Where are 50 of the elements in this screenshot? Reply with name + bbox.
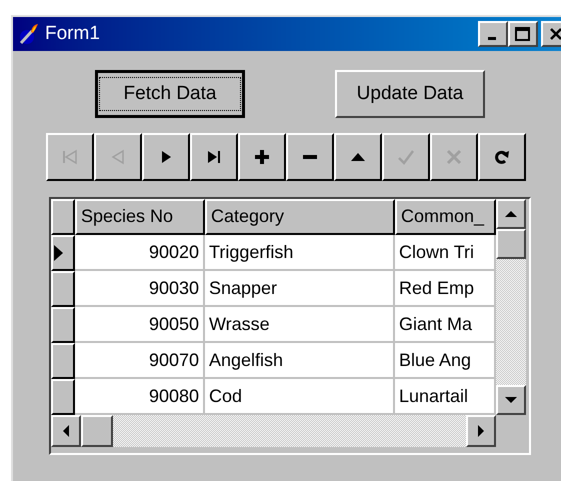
- row-indicator[interactable]: [51, 271, 75, 307]
- close-icon: [549, 27, 561, 41]
- first-record-icon: [60, 147, 80, 167]
- window-title: Form1: [45, 22, 100, 46]
- maximize-icon: [515, 27, 531, 41]
- table-cell: 90030: [75, 271, 205, 307]
- table-cell: Snapper: [205, 271, 395, 307]
- navigator-button[interactable]: [286, 133, 334, 181]
- table-cell: Clown Tri: [395, 235, 496, 271]
- scroll-thumb[interactable]: [81, 415, 113, 447]
- table-cell: Red Emp: [395, 271, 496, 307]
- table-cell: Wrasse: [205, 307, 395, 343]
- table-cell: Cod: [205, 379, 395, 415]
- table-cell: Angelfish: [205, 343, 395, 379]
- table-cell: 90080: [75, 379, 205, 415]
- column-header[interactable]: Category: [205, 199, 395, 235]
- row-indicator[interactable]: [51, 379, 75, 415]
- horizontal-scrollbar[interactable]: [51, 415, 496, 447]
- minimize-button[interactable]: [478, 21, 508, 47]
- row-indicator[interactable]: [51, 235, 75, 271]
- row-indicator[interactable]: [51, 307, 75, 343]
- navigator-button[interactable]: [142, 133, 190, 181]
- column-header[interactable]: Species No: [75, 199, 205, 235]
- navigator-button[interactable]: [334, 133, 382, 181]
- table-cell: 90020: [75, 235, 205, 271]
- scroll-down-icon: [505, 396, 517, 404]
- scroll-up-icon: [505, 210, 517, 218]
- row-indicator[interactable]: [51, 343, 75, 379]
- minus-icon: [303, 155, 317, 159]
- scroll-right-icon: [477, 425, 485, 437]
- table-cell: Lunartail: [395, 379, 496, 415]
- table-cell: 90050: [75, 307, 205, 343]
- command-button[interactable]: Fetch Data: [95, 70, 245, 118]
- table-cell: Blue Ang: [395, 343, 496, 379]
- scroll-left-icon: [62, 425, 70, 437]
- x-icon: [444, 147, 464, 167]
- table-cell: Giant Ma: [395, 307, 496, 343]
- scroll-thumb[interactable]: [496, 229, 526, 259]
- navigator-button[interactable]: [478, 133, 526, 181]
- navigator-button[interactable]: [190, 133, 238, 181]
- vertical-scrollbar[interactable]: [496, 199, 526, 415]
- plus-icon: [252, 147, 272, 167]
- torch-icon: [17, 22, 41, 46]
- command-button[interactable]: Update Data: [335, 70, 485, 118]
- navigator-button[interactable]: [238, 133, 286, 181]
- table-cell: 90070: [75, 343, 205, 379]
- minimize-icon: [488, 37, 496, 40]
- column-header[interactable]: Common_: [395, 199, 496, 235]
- table-cell: Triggerfish: [205, 235, 395, 271]
- maximize-button[interactable]: [508, 21, 538, 47]
